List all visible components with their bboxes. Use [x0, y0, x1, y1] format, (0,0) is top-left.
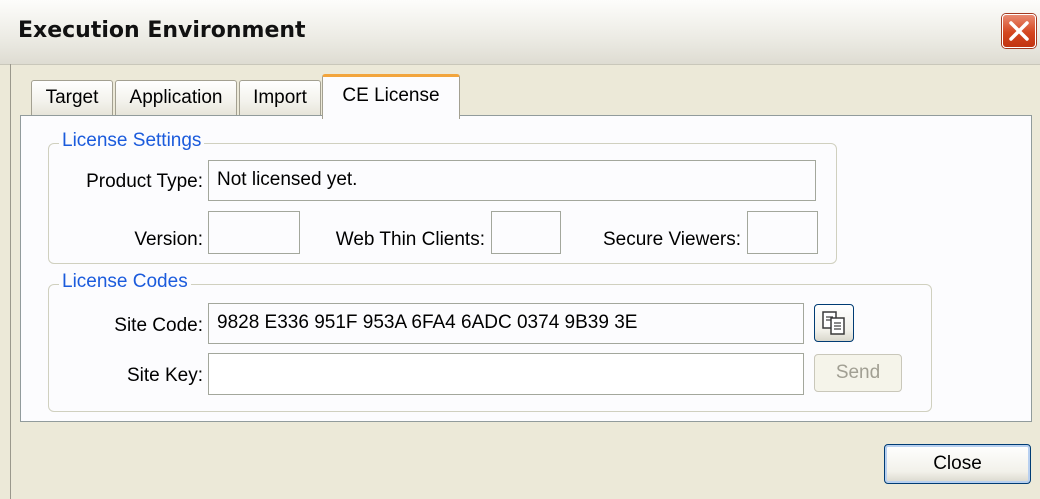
ce-license-panel: License Settings Product Type: Not licen… [20, 115, 1032, 422]
secure-viewers-field [747, 211, 818, 254]
close-button[interactable]: Close [884, 444, 1031, 484]
window-close-button[interactable] [1002, 14, 1036, 48]
license-codes-group: License Codes Site Code: 9828 E336 951F … [48, 271, 932, 412]
tab-application[interactable]: Application [115, 80, 237, 115]
copy-icon [822, 311, 845, 335]
site-code-label: Site Code: [114, 315, 203, 336]
site-code-field[interactable]: 9828 E336 951F 953A 6FA4 6ADC 0374 9B39 … [208, 303, 804, 344]
window-title: Execution Environment [18, 18, 306, 43]
copy-site-code-button[interactable] [814, 304, 854, 342]
tab-ce-license[interactable]: CE License [322, 74, 460, 119]
version-field [208, 211, 300, 254]
site-key-input[interactable] [208, 353, 804, 395]
tab-import[interactable]: Import [239, 80, 321, 115]
title-bar: Execution Environment [0, 0, 1040, 65]
product-type-label: Product Type: [86, 171, 203, 192]
product-type-field: Not licensed yet. [208, 160, 816, 201]
version-label: Version: [134, 229, 203, 250]
close-icon [1009, 21, 1029, 41]
web-thin-clients-label: Web Thin Clients: [335, 229, 485, 250]
send-button[interactable]: Send [814, 354, 902, 392]
license-settings-title: License Settings [59, 130, 205, 152]
secure-viewers-label: Secure Viewers: [603, 229, 741, 250]
license-settings-group: License Settings Product Type: Not licen… [48, 130, 837, 264]
web-thin-clients-field [491, 211, 561, 254]
site-key-label: Site Key: [126, 365, 203, 386]
license-codes-title: License Codes [59, 271, 191, 293]
tab-target[interactable]: Target [31, 80, 113, 115]
